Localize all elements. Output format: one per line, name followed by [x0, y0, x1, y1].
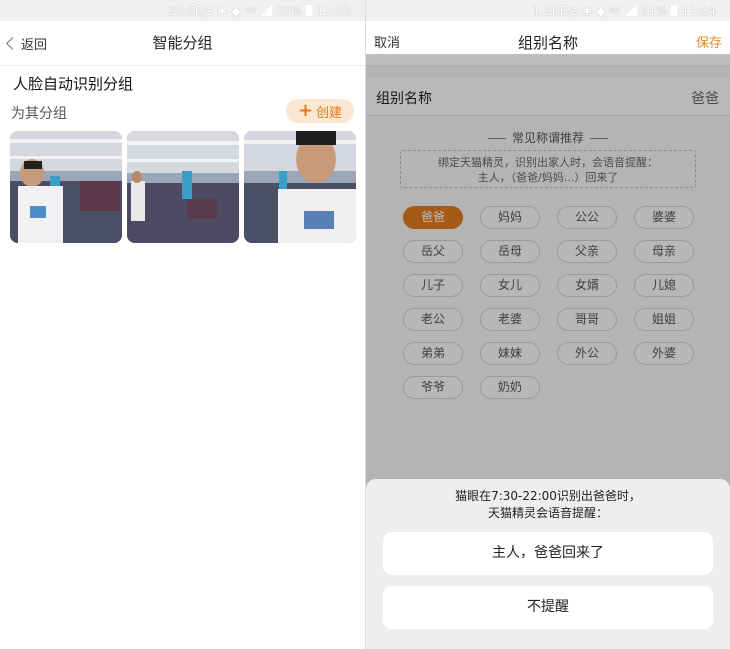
face-photo[interactable]: [10, 131, 122, 243]
bluetooth-icon: ✱: [582, 3, 593, 18]
page-title: 智能分组: [152, 34, 213, 52]
left-screen: 20.0B/s ✱ ◆ 4G 30% 11:03 智能分组 返回 人脸自动识别分…: [0, 0, 365, 649]
signal-icon: [259, 5, 272, 16]
right-screen: 1.2KB/s ✱ ◆ 4G 31% 11:04 组别名称 取消 保存 组别名称…: [366, 0, 730, 649]
status-bar: 1.2KB/s ✱ ◆ 4G 31% 11:04: [366, 0, 730, 21]
back-button[interactable]: 返回: [6, 21, 48, 66]
battery-icon: [306, 5, 313, 16]
face-photo[interactable]: [244, 131, 356, 243]
sheet-option-remind[interactable]: 主人，爸爸回来了: [383, 532, 713, 575]
sheet-message: 猫眼在7:30-22:00识别出爸爸时， 天猫精灵会语音提醒：: [366, 488, 730, 522]
sheet-message-line-2: 天猫精灵会语音提醒：: [487, 506, 608, 520]
wifi-icon: ◆: [596, 3, 606, 18]
network-speed: 20.0B/s: [167, 3, 214, 18]
sheet-option-no-remind[interactable]: 不提醒: [383, 586, 713, 629]
signal-icon: [624, 5, 637, 16]
battery-icon: [671, 5, 678, 16]
photo-list: [10, 131, 356, 243]
create-group-button[interactable]: + 创建: [286, 99, 354, 123]
network-label: 4G: [244, 6, 256, 15]
face-photo[interactable]: [127, 131, 239, 243]
chevron-left-icon: [6, 37, 19, 50]
battery-level: 31%: [640, 3, 668, 18]
section-title: 人脸自动识别分组: [13, 75, 134, 93]
network-label: 4G: [609, 6, 621, 15]
network-speed: 1.2KB/s: [532, 3, 579, 18]
action-sheet: 猫眼在7:30-22:00识别出爸爸时， 天猫精灵会语音提醒： 主人，爸爸回来了…: [366, 479, 730, 649]
status-bar: 20.0B/s ✱ ◆ 4G 30% 11:03: [0, 0, 365, 21]
sheet-message-line-1: 猫眼在7:30-22:00识别出爸爸时，: [455, 489, 641, 503]
plus-icon: +: [297, 100, 314, 121]
battery-level: 30%: [275, 3, 303, 18]
group-label: 为其分组: [11, 106, 67, 122]
back-label: 返回: [21, 38, 48, 53]
clock: 11:03: [316, 3, 351, 18]
clock: 11:04: [681, 3, 716, 18]
bluetooth-icon: ✱: [217, 3, 228, 18]
wifi-icon: ◆: [231, 3, 241, 18]
nav-bar: 智能分组 返回: [0, 21, 365, 66]
create-label: 创建: [316, 105, 343, 121]
